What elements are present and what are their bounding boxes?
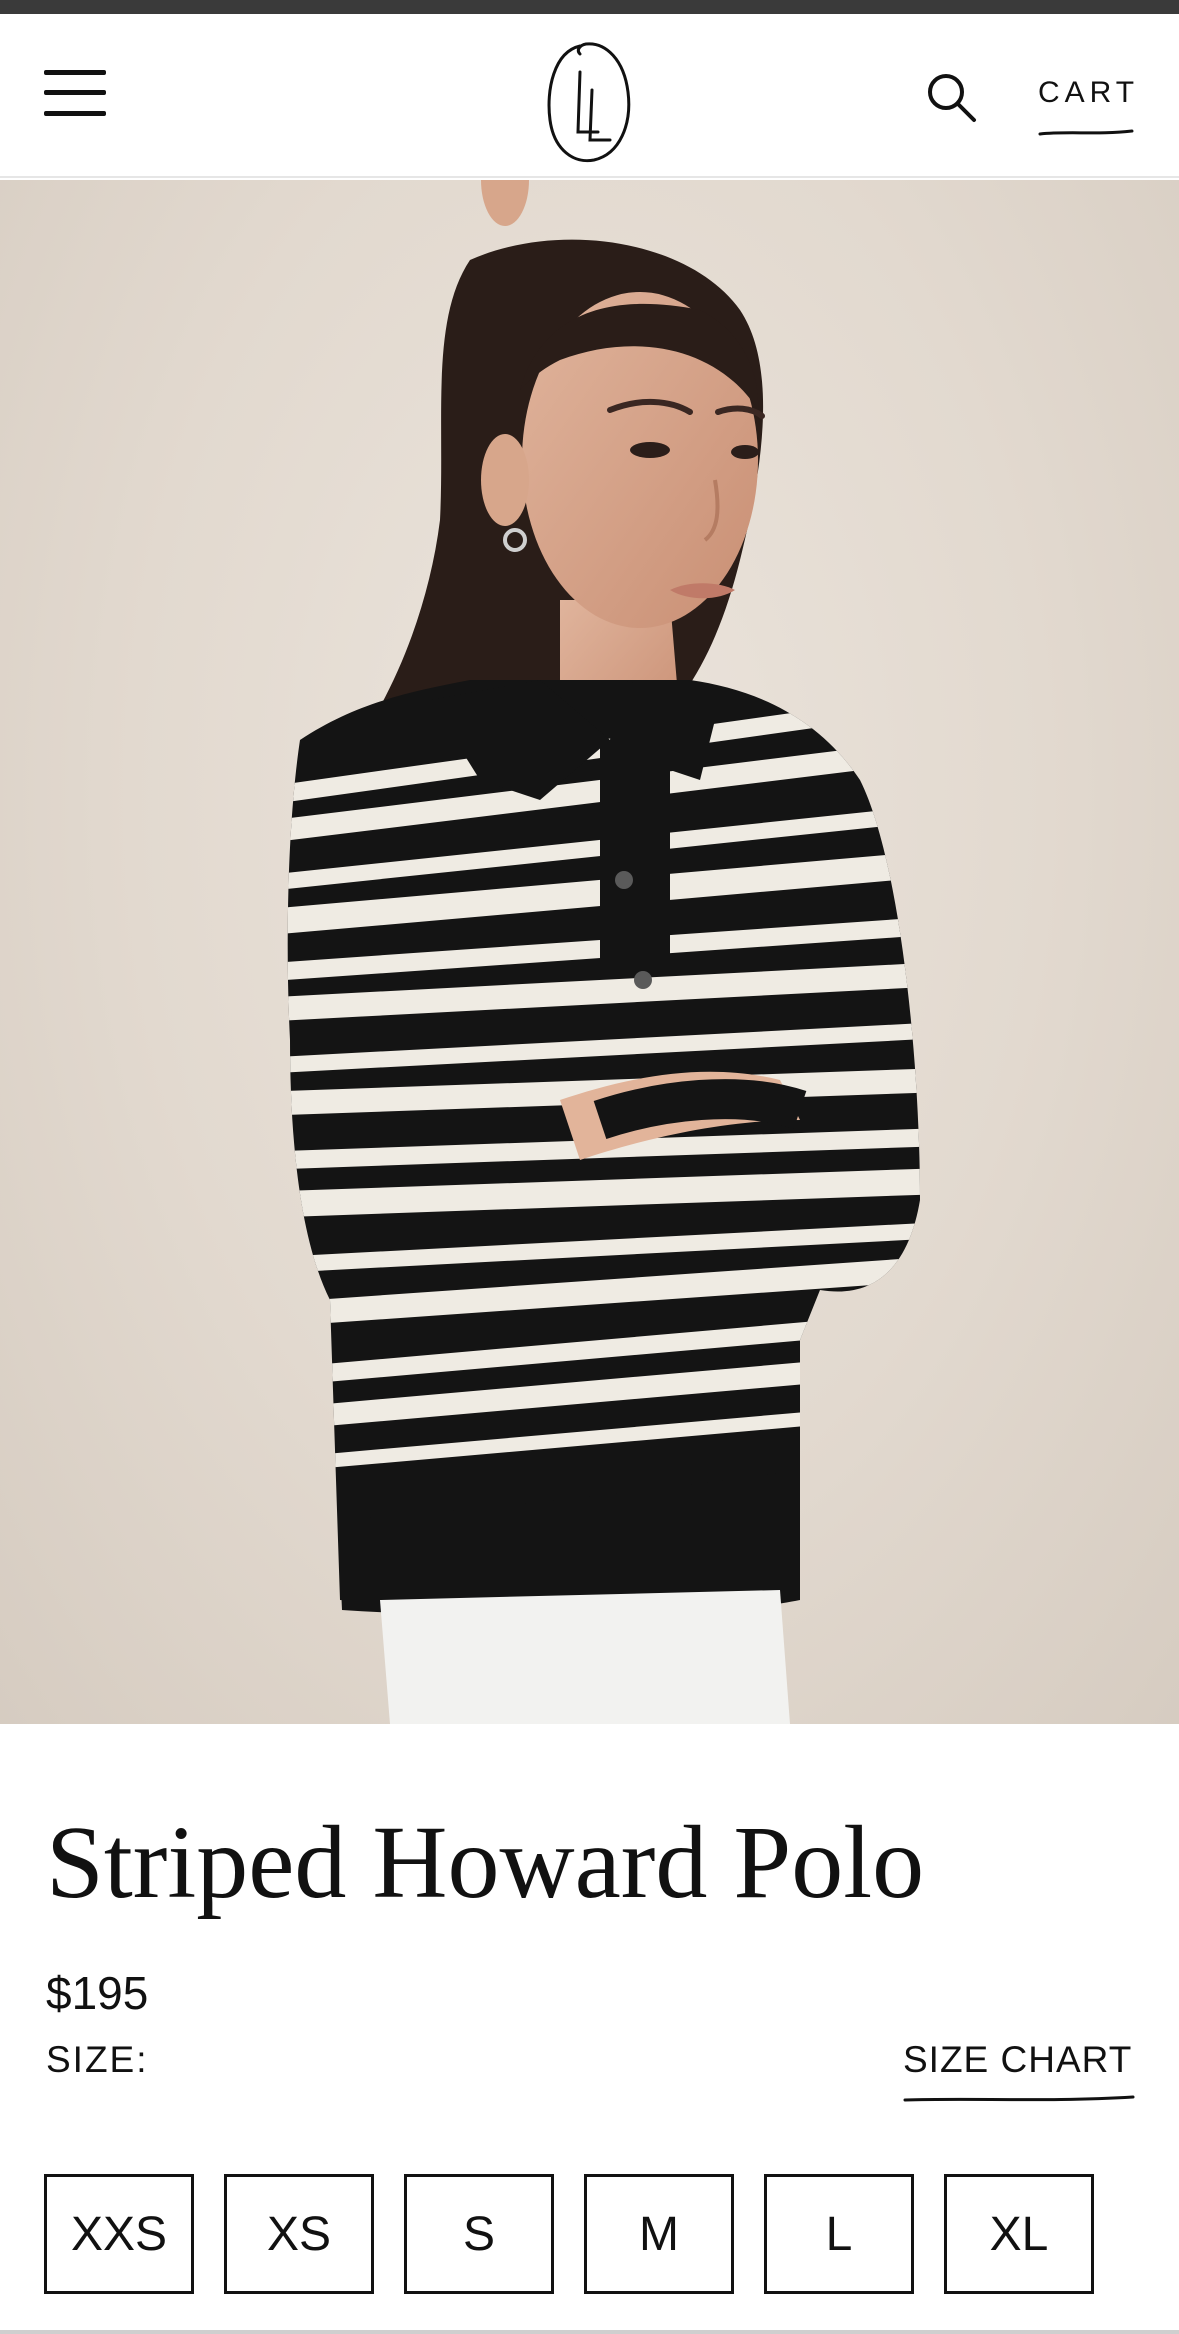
product-photo — [287, 180, 920, 1724]
hamburger-line — [44, 90, 106, 95]
status-bar — [0, 0, 1179, 14]
product-title: Striped Howard Polo — [46, 1805, 925, 1920]
size-chart-label: SIZE CHART — [903, 2039, 1133, 2080]
cart-label: CART — [1038, 76, 1140, 109]
size-selector: XXS XS S M L XL — [44, 2174, 1144, 2296]
size-label: SIZE: — [46, 2039, 149, 2080]
size-option-xl[interactable]: XL — [944, 2174, 1094, 2294]
hamburger-menu-icon — [44, 70, 106, 75]
logo-text: LL — [540, 32, 542, 33]
hamburger-line — [44, 111, 106, 116]
size-option-l[interactable]: L — [764, 2174, 914, 2294]
size-option-s[interactable]: S — [404, 2174, 554, 2294]
menu-button[interactable] — [44, 66, 108, 120]
search-icon[interactable] — [924, 70, 980, 126]
cart-underline — [1038, 129, 1134, 136]
size-option-xs[interactable]: XS — [224, 2174, 374, 2294]
cart-link[interactable]: CART — [1038, 76, 1134, 148]
size-chart-underline — [903, 2095, 1135, 2102]
size-chart-link[interactable]: SIZE CHART — [903, 2038, 1135, 2106]
size-option-m[interactable]: M — [584, 2174, 734, 2294]
site-header: LL CART — [0, 14, 1179, 178]
product-price: $195 — [46, 1967, 149, 2019]
brand-logo[interactable]: LL — [540, 32, 636, 170]
divider — [0, 2330, 1179, 2334]
product-image-gallery[interactable] — [0, 180, 1179, 1724]
size-option-xxs[interactable]: XXS — [44, 2174, 194, 2294]
